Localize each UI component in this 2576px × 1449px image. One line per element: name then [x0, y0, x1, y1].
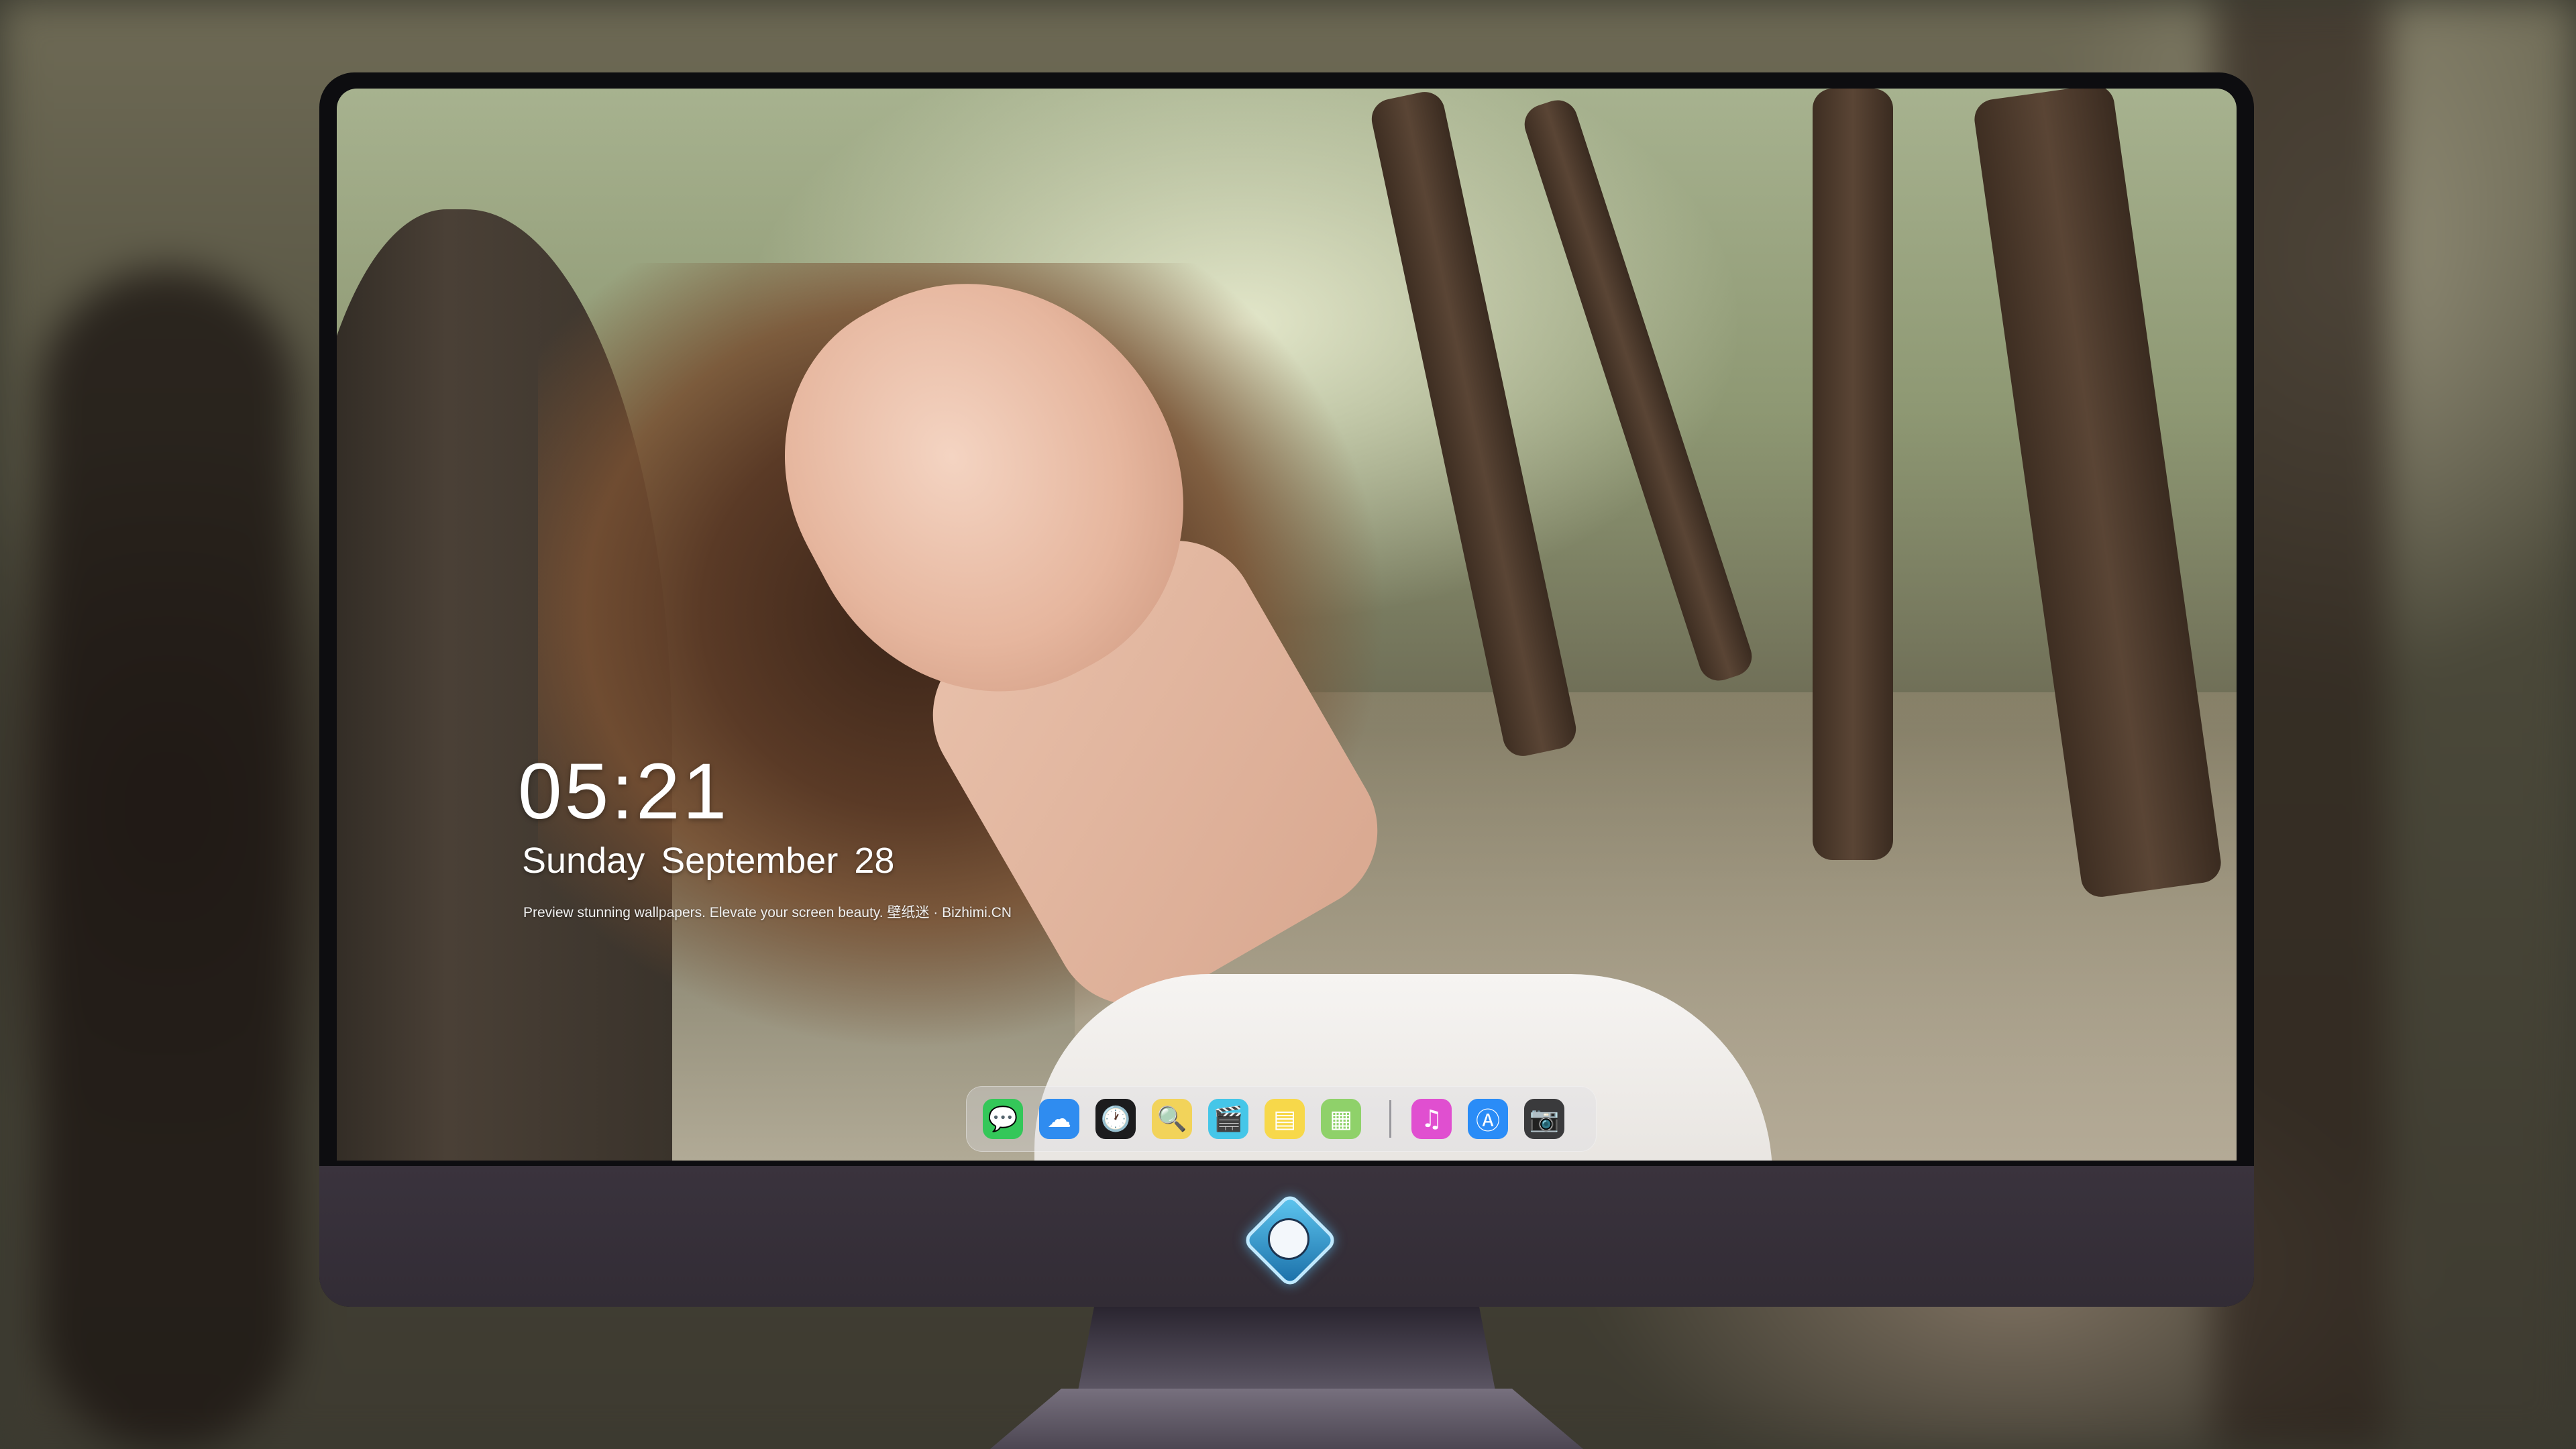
monitor-chin: [319, 1166, 2254, 1307]
messages-icon[interactable]: 💬: [983, 1099, 1023, 1139]
camera-icon[interactable]: 📷: [1524, 1099, 1564, 1139]
music-icon[interactable]: ♫: [1411, 1099, 1452, 1139]
wallpaper-tree: [1813, 89, 1893, 860]
notes-icon[interactable]: ▤: [1265, 1099, 1305, 1139]
date-month: September: [661, 841, 839, 881]
clips-icon[interactable]: 🎬: [1208, 1099, 1248, 1139]
lock-screen[interactable]: 05:21 Sunday September 28 Preview stunning…: [337, 89, 2237, 1161]
clock-icon[interactable]: 🕐: [1095, 1099, 1136, 1139]
lock-date: Sunday September 28: [522, 840, 910, 881]
date-day: 28: [854, 841, 895, 881]
monitor: 05:21 Sunday September 28 Preview stunning…: [319, 72, 2254, 1307]
photo-browser-icon[interactable]: ▦: [1321, 1099, 1361, 1139]
dock: 💬 ☁ 🕐 🔍 🎬 ▤ ▦ ♫ Ⓐ 📷: [966, 1086, 1597, 1152]
date-weekday: Sunday: [522, 841, 645, 881]
dock-separator: [1389, 1100, 1391, 1138]
monitor-stand-base: [990, 1389, 1583, 1449]
preview-icon[interactable]: 🔍: [1152, 1099, 1192, 1139]
fox-mascot-face-icon: [1268, 1218, 1309, 1260]
lock-clock: 05:21: [518, 747, 730, 836]
monitor-stand-neck: [1077, 1307, 1496, 1394]
lock-tagline: Preview stunning wallpapers. Elevate you…: [523, 905, 1012, 920]
weather-icon[interactable]: ☁: [1039, 1099, 1079, 1139]
app-store-icon[interactable]: Ⓐ: [1468, 1099, 1508, 1139]
